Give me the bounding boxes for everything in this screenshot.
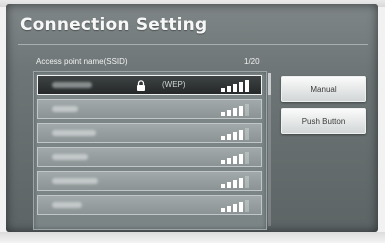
- ssid-name: [52, 106, 78, 112]
- signal-bar: [233, 132, 237, 140]
- signal-bar: [245, 200, 249, 212]
- signal-bar: [227, 206, 231, 212]
- signal-bar: [227, 86, 231, 92]
- signal-bar: [233, 108, 237, 116]
- signal-strength-icon: [221, 128, 249, 140]
- signal-bar: [233, 156, 237, 164]
- signal-bar: [221, 112, 225, 116]
- signal-bar: [239, 202, 243, 212]
- signal-bar: [239, 82, 243, 92]
- ssid-name: [52, 202, 82, 208]
- signal-bar: [239, 106, 243, 116]
- ssid-name: [52, 130, 96, 136]
- signal-bar: [245, 176, 249, 188]
- page-title: Connection Setting: [20, 15, 208, 35]
- signal-bar: [221, 160, 225, 164]
- list-position-counter: 1/20: [244, 57, 260, 66]
- signal-bar: [245, 128, 249, 140]
- signal-bar: [221, 184, 225, 188]
- signal-bar: [227, 110, 231, 116]
- connection-setting-screen: Connection Setting Access point name(SSI…: [6, 4, 378, 232]
- signal-bar: [227, 158, 231, 164]
- monitor-bezel-bottom: [0, 232, 385, 243]
- signal-strength-icon: [221, 152, 249, 164]
- push-button-button[interactable]: Push Button: [281, 108, 366, 134]
- ssid-name: [52, 178, 98, 184]
- signal-strength-icon: [221, 200, 249, 212]
- ssid-name: [52, 82, 92, 88]
- list-scrollbar-thumb[interactable]: [268, 73, 271, 95]
- signal-strength-icon: [221, 104, 249, 116]
- signal-bar: [233, 204, 237, 212]
- signal-bar: [233, 180, 237, 188]
- signal-bar: [245, 104, 249, 116]
- encryption-label: (WEP): [162, 80, 186, 89]
- lock-icon: [137, 80, 145, 91]
- access-point-list: (WEP): [33, 71, 267, 230]
- signal-bar: [227, 134, 231, 140]
- signal-bar: [245, 152, 249, 164]
- signal-bar: [221, 208, 225, 212]
- ssid-name: [52, 154, 88, 160]
- title-divider: [18, 44, 368, 45]
- signal-bar: [239, 154, 243, 164]
- access-point-row[interactable]: [37, 99, 262, 119]
- access-point-row[interactable]: (WEP): [37, 75, 262, 95]
- signal-strength-icon: [221, 80, 249, 92]
- signal-strength-icon: [221, 176, 249, 188]
- access-point-row[interactable]: [37, 195, 262, 215]
- manual-button[interactable]: Manual: [281, 76, 366, 102]
- signal-bar: [245, 80, 249, 92]
- list-scrollbar-track[interactable]: [268, 73, 271, 226]
- signal-bar: [221, 136, 225, 140]
- access-point-row[interactable]: [37, 123, 262, 143]
- signal-bar: [239, 178, 243, 188]
- ssid-column-header: Access point name(SSID): [36, 57, 128, 66]
- signal-bar: [239, 130, 243, 140]
- access-point-row[interactable]: [37, 171, 262, 191]
- signal-bar: [233, 84, 237, 92]
- signal-bar: [227, 182, 231, 188]
- signal-bar: [221, 88, 225, 92]
- access-point-row[interactable]: [37, 147, 262, 167]
